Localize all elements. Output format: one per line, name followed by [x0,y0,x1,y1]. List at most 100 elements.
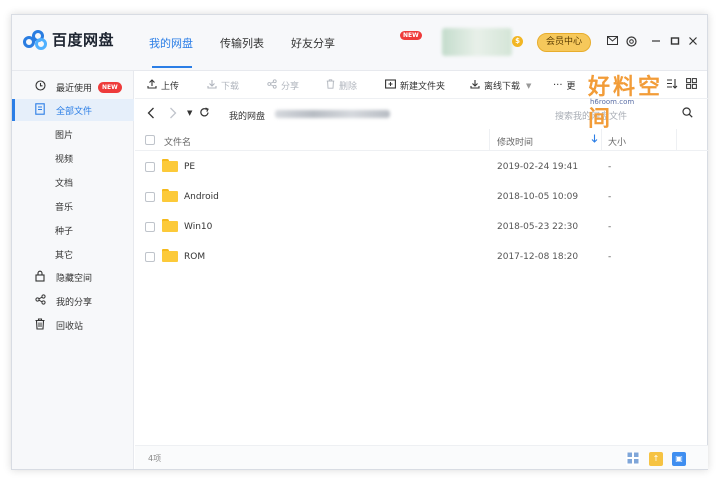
download-icon [470,79,480,92]
row-checkbox[interactable] [145,192,155,202]
maximize-icon[interactable] [669,36,681,48]
vip-center-button[interactable]: 会员中心 [537,33,591,52]
sidebar-item-label: 全部文件 [56,106,93,117]
table-row[interactable]: Android 2018-10-05 10:09 - [135,182,708,212]
column-name-header[interactable]: 文件名 [164,135,191,148]
folder-icon [162,249,178,262]
file-name[interactable]: ROM [184,252,205,262]
forward-arrow-icon[interactable] [169,107,177,122]
watermark-url: h6room.com [590,98,635,106]
file-name[interactable]: Android [184,192,219,202]
table-row[interactable]: Win10 2018-05-23 22:30 - [135,212,708,242]
watermark: 好料空间 h6room.com [588,69,678,132]
row-checkbox[interactable] [145,252,155,262]
table-row[interactable]: PE 2019-02-24 19:41 - [135,152,708,182]
file-modified: 2018-05-23 22:30 [497,222,579,232]
file-size: - [608,162,612,172]
gear-icon[interactable] [625,36,637,48]
mail-icon[interactable] [606,36,618,48]
tab-friend-share[interactable]: 好友分享 [291,35,335,51]
sidebar-item-label: 其它 [55,250,74,261]
sidebar-item-label: 视频 [55,154,74,165]
file-size: - [608,252,612,262]
file-name[interactable]: Win10 [184,222,212,232]
file-modified: 2017-12-08 18:20 [497,252,579,262]
new-folder-button[interactable]: 新建文件夹 [385,79,445,92]
close-icon[interactable] [687,36,699,48]
delete-button[interactable]: 删除 [326,79,357,92]
more-icon: ··· [553,80,563,91]
sidebar-item-label: 隐藏空间 [56,273,93,284]
sidebar-item-documents[interactable]: 文档 [12,171,134,193]
download-button[interactable]: 下载 [207,79,239,92]
avatar[interactable] [442,28,512,56]
row-checkbox[interactable] [145,162,155,172]
column-divider [489,129,490,151]
active-tab-indicator [152,66,192,68]
sort-arrow-icon[interactable] [591,134,598,146]
sidebar-item-label: 种子 [55,226,74,237]
select-all-checkbox[interactable] [145,135,155,145]
active-indicator [12,99,15,121]
more-button[interactable]: ··· 更 [553,79,576,92]
share-icon [33,294,47,308]
sidebar-item-all-files[interactable]: 全部文件 [12,99,134,121]
share-button[interactable]: 分享 [267,79,299,92]
row-checkbox[interactable] [145,222,155,232]
tab-my-disk[interactable]: 我的网盘 [149,35,193,51]
sidebar-item-label: 图片 [55,130,74,141]
search-icon[interactable] [682,107,693,121]
sidebar-item-others[interactable]: 其它 [12,243,134,265]
cloud-logo-icon [23,29,47,50]
table-row[interactable]: ROM 2017-12-08 18:20 - [135,242,708,272]
app-window: 百度网盘 我的网盘 传输列表 好友分享 NEW $ 会员中心 最近使用 NEW … [11,14,708,470]
download-icon [207,79,217,92]
new-folder-label: 新建文件夹 [400,82,446,92]
sidebar-item-recycle-bin[interactable]: 回收站 [12,314,134,336]
more-label: 更 [566,82,576,92]
breadcrumb[interactable] [275,110,390,118]
clock-icon [33,80,47,94]
upgrade-icon[interactable]: ↑ [649,452,663,466]
sidebar-item-videos[interactable]: 视频 [12,147,134,169]
minimize-icon[interactable] [650,36,662,48]
sidebar-item-hidden-space[interactable]: 隐藏空间 [12,266,134,288]
new-badge: NEW [98,81,122,93]
sidebar-item-label: 回收站 [56,321,84,332]
file-name[interactable]: PE [184,162,195,172]
title-bar: 百度网盘 我的网盘 传输列表 好友分享 NEW $ 会员中心 [12,15,707,71]
new-folder-icon [385,79,396,92]
sidebar-item-my-shares[interactable]: 我的分享 [12,290,134,312]
upload-button[interactable]: 上传 [147,79,179,92]
sidebar-item-recent[interactable]: 最近使用 NEW [12,76,134,98]
back-arrow-icon[interactable] [147,107,155,122]
upload-icon [147,79,157,92]
column-modified-header[interactable]: 修改时间 [497,135,533,148]
offline-download-label: 离线下载 [484,82,521,92]
chevron-down-icon[interactable]: ▼ [526,82,531,90]
sidebar-item-label: 最近使用 [56,83,93,94]
sidebar-item-music[interactable]: 音乐 [12,195,134,217]
breadcrumb-root[interactable]: 我的网盘 [229,109,265,122]
lock-box-icon[interactable]: ▣ [672,452,686,466]
file-modified: 2019-02-24 19:41 [497,162,579,172]
file-size: - [608,222,612,232]
item-count: 4项 [148,454,162,463]
offline-download-button[interactable]: 离线下载 ▼ [470,79,531,92]
refresh-icon[interactable] [199,107,210,121]
sidebar: 最近使用 NEW 全部文件 图片 视频 文档 音乐 种子 其它 隐藏空间 我的分… [12,71,134,469]
folder-icon [162,219,178,232]
grid-view-icon[interactable] [686,78,697,89]
tab-transfer-list[interactable]: 传输列表 [220,35,264,51]
sidebar-item-torrents[interactable]: 种子 [12,219,134,241]
new-badge: NEW [400,31,422,40]
column-size-header[interactable]: 大小 [608,135,626,148]
vip-coin-icon: $ [512,36,523,47]
file-modified: 2018-10-05 10:09 [497,192,579,202]
history-dropdown-icon[interactable]: ▼ [187,109,192,117]
sidebar-item-label: 我的分享 [56,297,93,308]
sidebar-item-pictures[interactable]: 图片 [12,123,134,145]
app-grid-icon[interactable] [626,452,640,466]
share-icon [267,79,277,92]
document-icon [33,102,47,118]
